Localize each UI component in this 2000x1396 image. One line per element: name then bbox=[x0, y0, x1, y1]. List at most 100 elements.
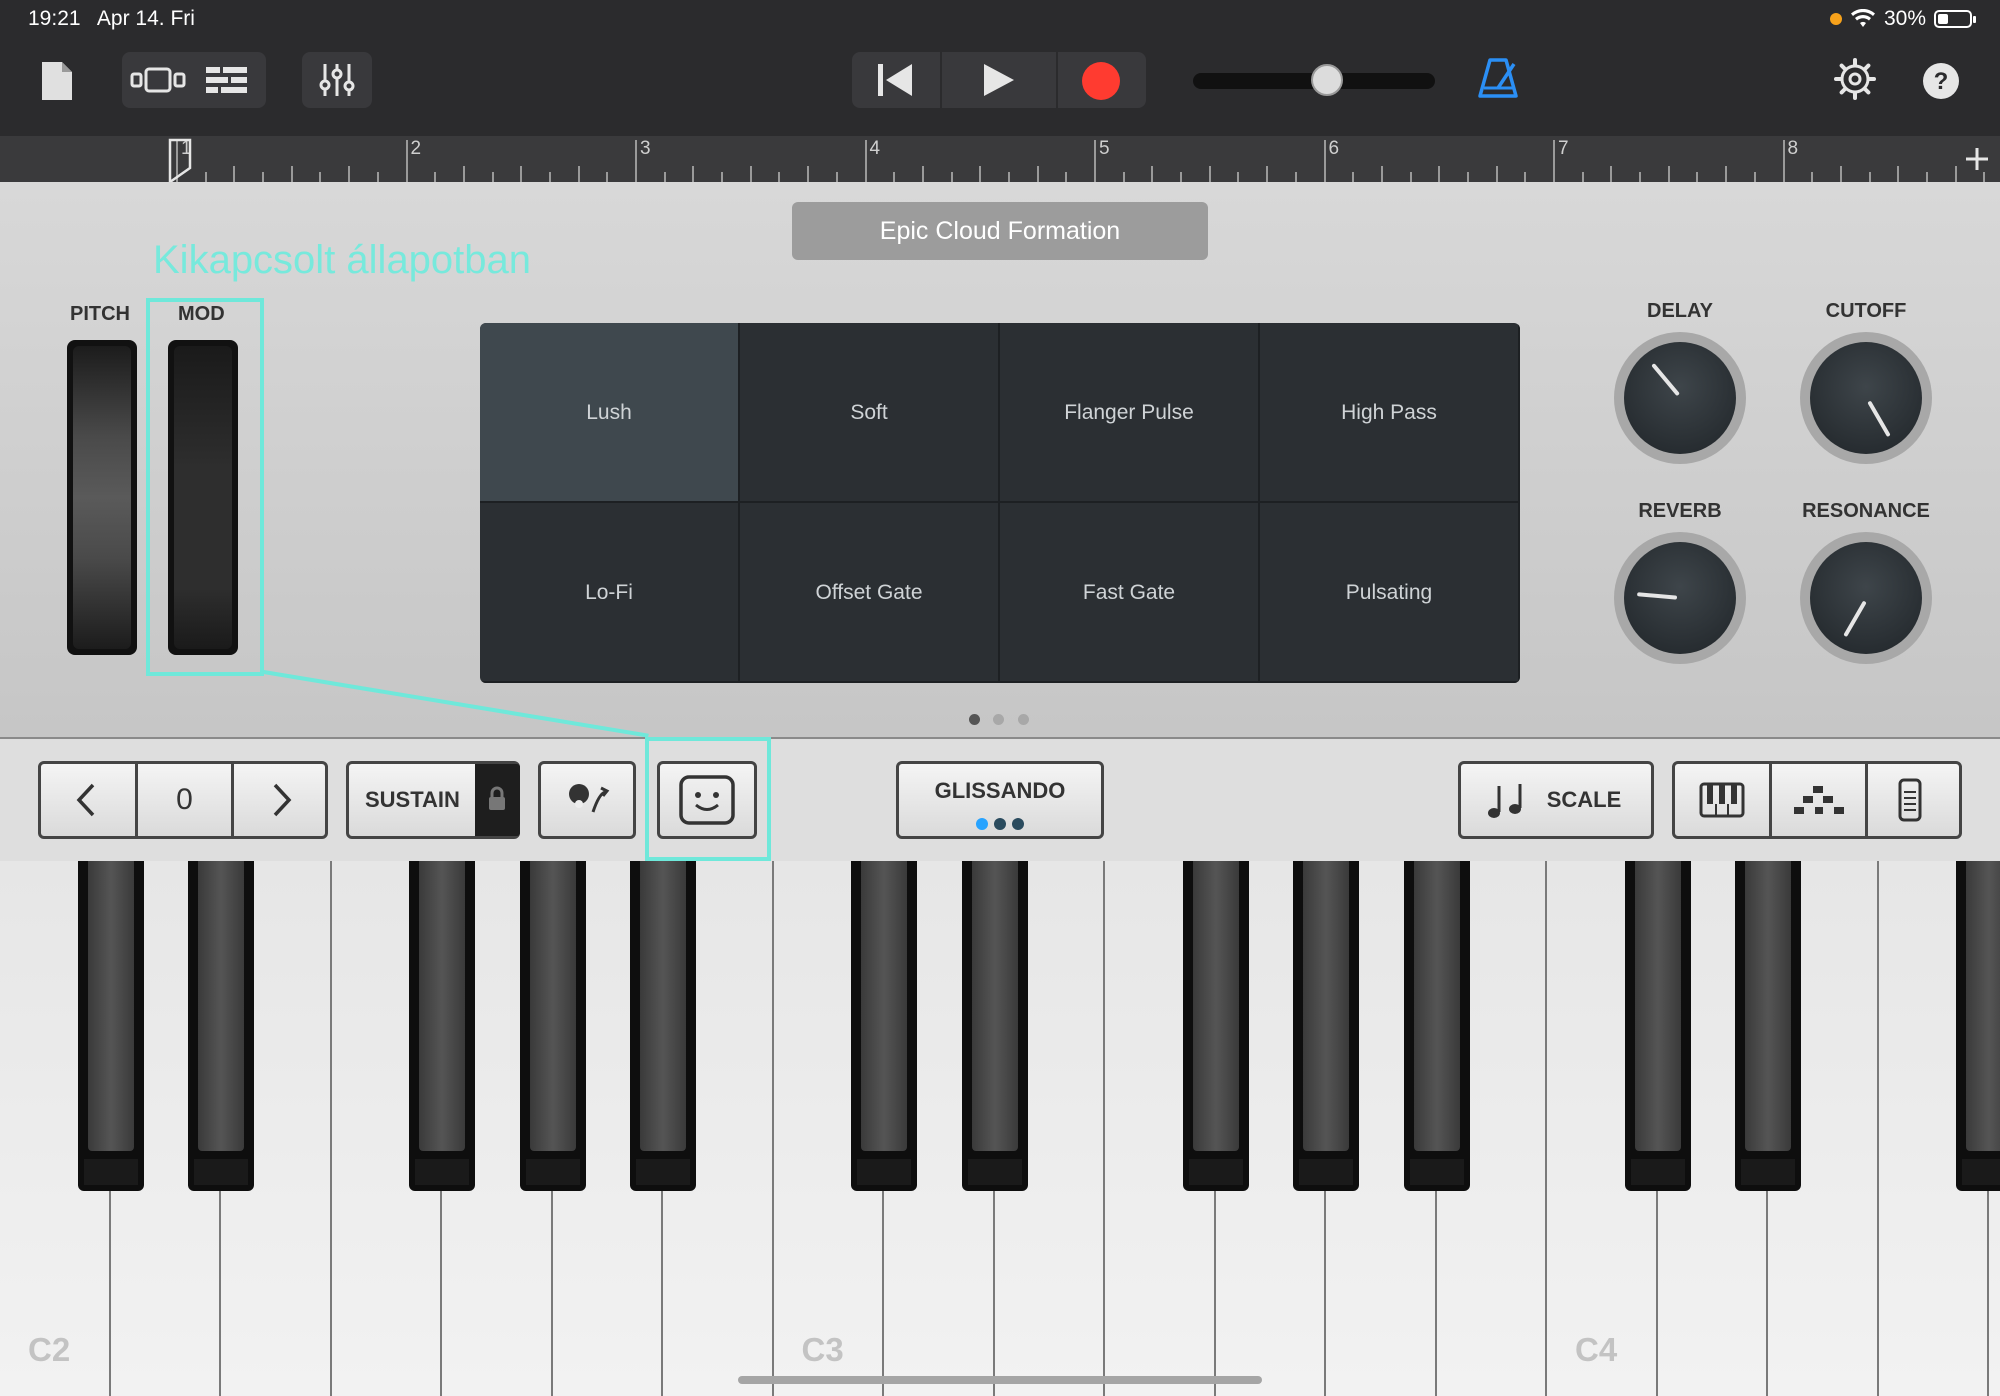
playhead-icon[interactable] bbox=[168, 138, 194, 184]
black-key[interactable] bbox=[961, 861, 1028, 1191]
black-key[interactable] bbox=[1956, 861, 2000, 1191]
tracks-view-icon[interactable] bbox=[204, 64, 250, 96]
ruler-tick bbox=[204, 172, 207, 182]
settings-gear-icon[interactable] bbox=[1834, 58, 1876, 100]
pad-lo-fi[interactable]: Lo-Fi bbox=[480, 503, 740, 683]
piano-keys-icon[interactable] bbox=[1699, 782, 1745, 818]
mixer-sliders-icon bbox=[319, 64, 355, 96]
ruler-tick bbox=[1323, 140, 1326, 182]
ruler-tick bbox=[721, 172, 724, 182]
knob-delay[interactable] bbox=[1614, 332, 1746, 464]
knob-label-delay: DELAY bbox=[1647, 300, 1713, 322]
pad-lush[interactable]: Lush bbox=[480, 323, 740, 503]
black-key[interactable] bbox=[1624, 861, 1691, 1191]
instrument-view-icon[interactable] bbox=[128, 64, 188, 96]
page-dot-2[interactable] bbox=[993, 714, 1004, 725]
arpeggiator-button[interactable] bbox=[538, 761, 636, 839]
black-key[interactable] bbox=[1735, 861, 1801, 1191]
ruler-tick bbox=[1725, 166, 1728, 182]
pitch-wheel-label: PITCH bbox=[70, 303, 130, 325]
svg-text:?: ? bbox=[1934, 68, 1949, 95]
ruler-bar-number: 7 bbox=[1558, 138, 1569, 159]
keyboard-layout-group bbox=[1672, 761, 1962, 839]
pad-high-pass[interactable]: High Pass bbox=[1260, 323, 1520, 503]
page-dot-3[interactable] bbox=[1018, 714, 1029, 725]
knob-label-cutoff: CUTOFF bbox=[1825, 300, 1907, 322]
ruler-tick bbox=[1180, 172, 1183, 182]
arpeggiator-icon bbox=[569, 784, 610, 813]
lock-icon bbox=[489, 786, 505, 810]
ruler-tick bbox=[1438, 166, 1441, 182]
note-label-c3: C3 bbox=[801, 1331, 844, 1368]
knob-reverb[interactable] bbox=[1614, 532, 1746, 664]
ruler-tick bbox=[462, 166, 465, 182]
scale-button[interactable]: SCALE bbox=[1458, 761, 1654, 839]
ruler-tick bbox=[1237, 172, 1240, 182]
pad-offset-gate[interactable]: Offset Gate bbox=[740, 503, 1000, 683]
black-key[interactable] bbox=[409, 861, 475, 1191]
home-indicator[interactable] bbox=[738, 1376, 1262, 1384]
smart-controls-grid: Lush Soft Flanger Pulse High Pass Lo-Fi Offse… bbox=[480, 323, 1520, 683]
black-key[interactable] bbox=[851, 861, 917, 1191]
ruler-tick bbox=[1581, 172, 1584, 182]
glissando-button[interactable]: GLISSANDO bbox=[896, 761, 1104, 839]
sustain-button[interactable]: SUSTAIN bbox=[346, 761, 520, 839]
pad-soft[interactable]: Soft bbox=[740, 323, 1000, 503]
knob-resonance[interactable] bbox=[1800, 532, 1932, 664]
keyboard-size-icon[interactable] bbox=[1897, 778, 1923, 822]
knob-cutoff[interactable] bbox=[1800, 332, 1932, 464]
ruler-tick bbox=[577, 166, 580, 182]
ruler-tick bbox=[1667, 166, 1670, 182]
pitch-wheel[interactable] bbox=[67, 340, 137, 655]
add-section-icon[interactable] bbox=[1962, 144, 1992, 174]
record-icon[interactable] bbox=[1080, 60, 1122, 102]
ruler-tick bbox=[1553, 140, 1555, 182]
metronome-icon[interactable] bbox=[1476, 56, 1520, 102]
ruler-tick bbox=[1007, 172, 1010, 182]
arpeggio-pattern-icon[interactable] bbox=[1793, 784, 1845, 816]
ruler-tick bbox=[1065, 172, 1068, 182]
pad-flanger-pulse[interactable]: Flanger Pulse bbox=[1000, 323, 1260, 503]
document-icon[interactable] bbox=[40, 60, 74, 102]
master-volume-thumb[interactable] bbox=[1311, 64, 1343, 96]
knob-label-resonance: RESONANCE bbox=[1802, 500, 1930, 522]
ruler-bar-number: 4 bbox=[869, 138, 881, 159]
timeline-ruler[interactable]: 12345678 bbox=[0, 136, 2000, 182]
ruler-tick bbox=[1524, 172, 1527, 182]
black-key[interactable] bbox=[188, 861, 254, 1191]
status-bar: 19:21 Apr 14. Fri 30% bbox=[0, 0, 2000, 40]
ruler-tick bbox=[635, 140, 637, 182]
ruler-bar-number: 8 bbox=[1787, 138, 1799, 159]
ruler-tick bbox=[1897, 166, 1900, 182]
ruler-tick bbox=[606, 172, 609, 182]
pad-fast-gate[interactable]: Fast Gate bbox=[1000, 503, 1260, 683]
ruler-tick bbox=[1151, 166, 1154, 182]
patch-name-button[interactable]: Epic Cloud Formation bbox=[792, 202, 1208, 260]
black-key[interactable] bbox=[77, 861, 144, 1191]
note-label-c2: C2 bbox=[28, 1331, 71, 1368]
octave-control: 0 bbox=[38, 761, 328, 839]
view-toggle-group bbox=[122, 52, 266, 108]
note-label-c4: C4 bbox=[1575, 1331, 1618, 1368]
annotation-highlight-mod bbox=[146, 298, 264, 676]
octave-up-icon[interactable] bbox=[269, 782, 295, 818]
ruler-tick bbox=[1409, 172, 1412, 182]
ruler-tick bbox=[376, 172, 379, 182]
black-key[interactable] bbox=[630, 861, 696, 1191]
octave-down-icon[interactable] bbox=[73, 782, 99, 818]
page-dot-1[interactable] bbox=[969, 714, 980, 725]
ruler-tick bbox=[348, 166, 351, 182]
ruler-tick bbox=[1294, 172, 1297, 182]
play-icon[interactable] bbox=[980, 62, 1016, 98]
black-key[interactable] bbox=[1403, 861, 1470, 1191]
black-key[interactable] bbox=[519, 861, 586, 1191]
mixer-button[interactable] bbox=[302, 52, 372, 108]
pad-pulsating[interactable]: Pulsating bbox=[1260, 503, 1520, 683]
black-key[interactable] bbox=[1182, 861, 1249, 1191]
help-icon[interactable]: ? bbox=[1922, 62, 1960, 100]
black-key[interactable] bbox=[1293, 861, 1359, 1191]
rewind-icon[interactable] bbox=[874, 62, 918, 98]
ruler-tick bbox=[1094, 140, 1096, 182]
sustain-lock[interactable] bbox=[475, 764, 520, 836]
ruler-tick bbox=[1466, 172, 1469, 182]
